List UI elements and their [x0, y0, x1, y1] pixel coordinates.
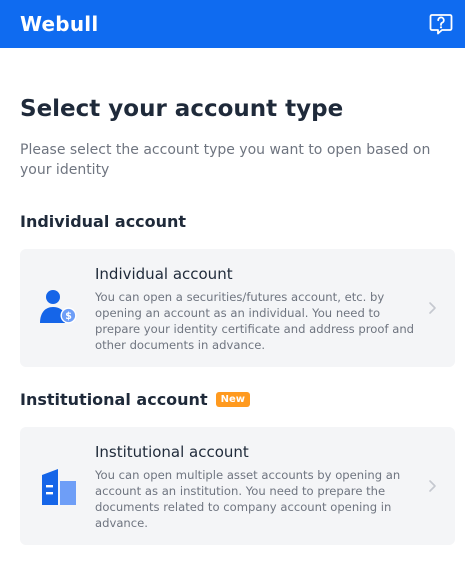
section-heading-individual: Individual account: [20, 212, 186, 231]
person-dollar-icon: $: [40, 290, 77, 324]
section-heading-institutional: Institutional account New: [20, 390, 250, 409]
institutional-account-card[interactable]: Institutional account You can open multi…: [20, 427, 455, 545]
section-heading-label: Individual account: [20, 212, 187, 231]
top-bar: Webull: [0, 0, 465, 48]
card-title: Individual account: [95, 265, 233, 283]
help-question-icon: [429, 14, 453, 35]
chevron-right-icon: [429, 480, 436, 492]
card-description: You can open multiple asset accounts by …: [95, 468, 401, 530]
card-title: Institutional account: [95, 443, 249, 461]
page-title: Select your account type: [20, 96, 344, 122]
new-badge: New: [215, 392, 250, 407]
chevron-right-icon: [429, 302, 436, 314]
section-heading-label: Institutional account: [20, 390, 208, 409]
help-button[interactable]: [428, 11, 454, 37]
page-subtitle: Please select the account type you want …: [20, 142, 431, 178]
brand-logo: Webull: [20, 12, 99, 36]
individual-account-card[interactable]: $ Individual account You can open a secu…: [20, 249, 455, 367]
building-icon: [42, 469, 76, 505]
card-description: You can open a securities/futures accoun…: [95, 290, 415, 352]
svg-text:$: $: [65, 311, 72, 322]
